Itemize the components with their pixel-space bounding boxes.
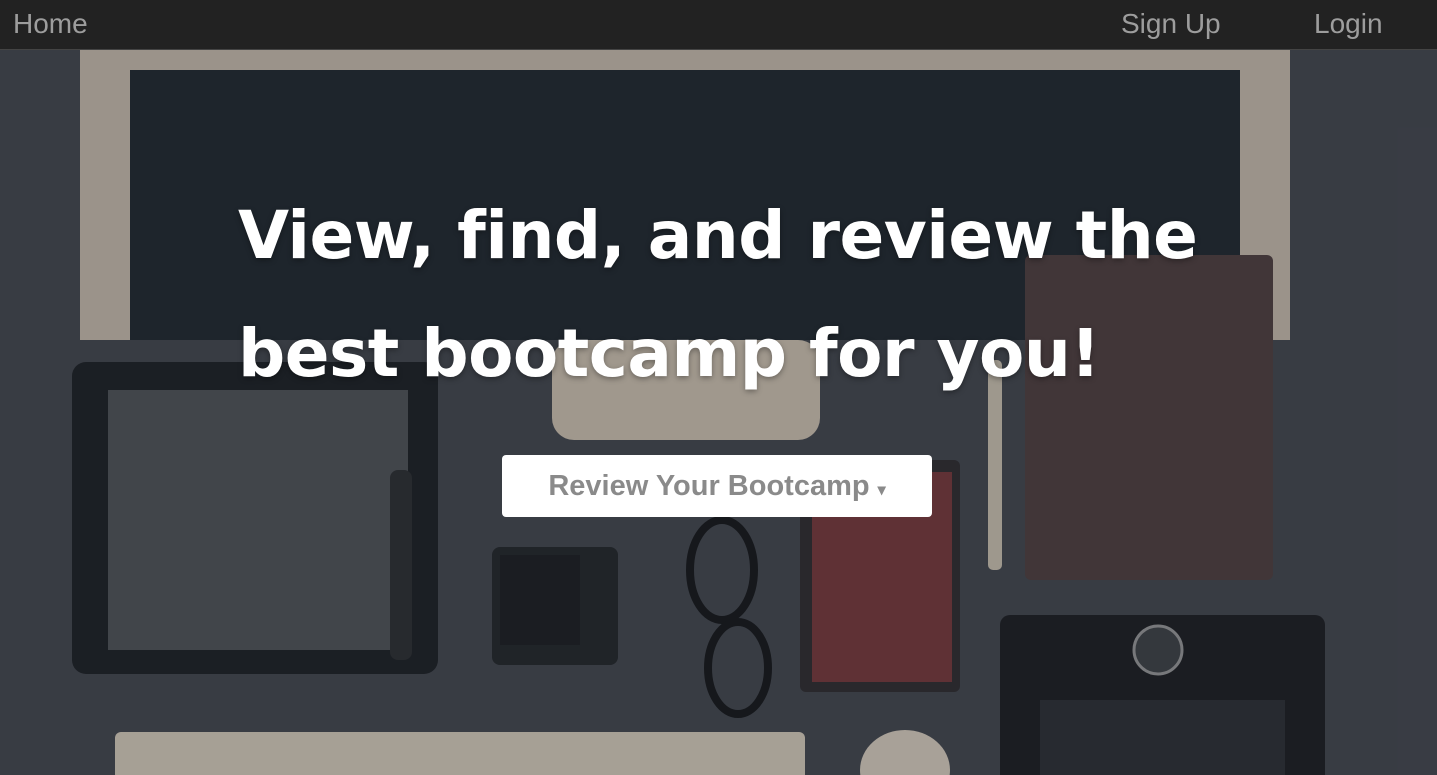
hero-headline-line1: View, find, and review the (238, 197, 1198, 274)
caret-down-icon: ▾ (877, 482, 886, 499)
hero-headline-line2: best bootcamp for you! (238, 315, 1101, 392)
review-bootcamp-dropdown-button[interactable]: Review Your Bootcamp ▾ (502, 455, 932, 517)
nav-home-link[interactable]: Home (13, 8, 88, 40)
top-navbar: Home Sign Up Login (0, 0, 1437, 50)
hero-headline: View, find, and review the best bootcamp… (238, 177, 1218, 413)
review-bootcamp-label: Review Your Bootcamp (548, 469, 870, 502)
hero-section: View, find, and review the best bootcamp… (0, 50, 1437, 775)
nav-login-link[interactable]: Login (1314, 8, 1383, 40)
nav-signup-link[interactable]: Sign Up (1121, 8, 1221, 40)
